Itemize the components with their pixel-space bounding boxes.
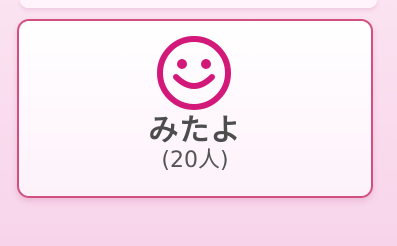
reaction-label: みたよ <box>148 113 242 148</box>
smiley-face-icon <box>157 36 231 110</box>
previous-card-edge <box>20 0 377 8</box>
reaction-count: (20人) <box>161 148 229 173</box>
